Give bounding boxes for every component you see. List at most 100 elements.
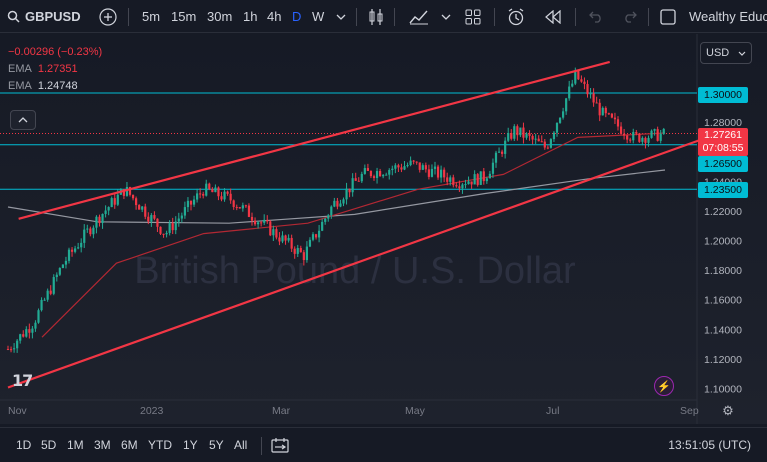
interval-5m[interactable]: 5m [142, 0, 160, 33]
candle-body [461, 184, 464, 189]
price-axis-label: 1.18000 [704, 265, 742, 277]
range-1d[interactable]: 1D [16, 428, 31, 462]
candle-body [125, 187, 129, 196]
range-3m[interactable]: 3M [94, 428, 111, 462]
tradingview-logo[interactable]: 17 [12, 371, 33, 390]
candle-body [403, 166, 406, 170]
last-price: 1.27261 [704, 129, 742, 141]
ema-value: 1.27351 [37, 63, 78, 75]
range-all[interactable]: All [234, 428, 247, 462]
compare-symbol-icon[interactable] [98, 0, 118, 33]
toolbar-divider [494, 8, 495, 26]
candle-body [436, 166, 440, 178]
candle-body [351, 178, 354, 193]
candle-body [238, 207, 241, 209]
candle-body [232, 200, 235, 207]
candle-body [372, 176, 376, 178]
candle-body [92, 227, 95, 235]
search-icon[interactable] [6, 0, 20, 33]
ema-label[interactable]: EMA [8, 78, 32, 95]
range-6m[interactable]: 6M [121, 428, 138, 462]
candle-body [382, 174, 385, 177]
chevron-down-icon[interactable] [335, 0, 347, 33]
collapse-legend-button[interactable] [10, 110, 36, 130]
candle-body [558, 117, 562, 123]
interval-d[interactable]: D [292, 0, 301, 33]
calendar-range-icon[interactable] [271, 428, 289, 462]
candle-body [61, 264, 64, 268]
symbol-name[interactable]: GBPUSD [25, 0, 81, 33]
top-toolbar: GBPUSD 5m 15m 30m 1h 4h D W Wealthy Educ [0, 0, 767, 33]
candle-body [311, 234, 315, 240]
interval-30m[interactable]: 30m [207, 0, 232, 33]
replay-icon[interactable] [543, 0, 563, 33]
interval-4h[interactable]: 4h [267, 0, 281, 33]
candle-body [388, 170, 391, 175]
candle-body [199, 193, 202, 195]
time-axis-label: Mar [272, 405, 291, 417]
candle-body [467, 181, 470, 185]
candle-body [409, 160, 412, 166]
candle-body [77, 247, 80, 249]
interval-15m[interactable]: 15m [171, 0, 196, 33]
currency-select[interactable]: USD [700, 42, 752, 64]
gear-icon[interactable]: ⚙ [720, 403, 736, 419]
candle-body [626, 135, 629, 140]
candle-body [43, 299, 46, 301]
range-1m[interactable]: 1M [67, 428, 84, 462]
layout-name[interactable]: Wealthy Educ [689, 0, 767, 33]
candle-body [470, 181, 473, 185]
candle-body [504, 140, 507, 154]
candle-body [138, 205, 141, 210]
candle-body [491, 162, 495, 174]
range-5y[interactable]: 5Y [209, 428, 224, 462]
range-1y[interactable]: 1Y [183, 428, 198, 462]
indicators-icon[interactable] [408, 0, 430, 33]
interval-w[interactable]: W [312, 0, 324, 33]
candles-chart-type-icon[interactable] [367, 0, 385, 33]
candle-body [580, 79, 583, 82]
utc-clock[interactable]: 13:51:05 (UTC) [668, 428, 751, 462]
candle-body [613, 117, 617, 120]
price-chart[interactable]: British Pound / U.S. Dollar 1.280001.260… [0, 34, 767, 424]
candle-body [629, 139, 632, 141]
toolbar-divider [648, 8, 649, 26]
candle-body [324, 218, 327, 222]
chevron-down-icon[interactable] [440, 0, 452, 33]
ema-label[interactable]: EMA [8, 61, 32, 78]
candle-body [16, 340, 19, 349]
candle-body [476, 174, 479, 185]
candle-body [98, 216, 101, 224]
candle-body [482, 171, 485, 182]
level-price-label: 1.30000 [698, 87, 748, 103]
candle-body [632, 132, 635, 141]
candle-body [34, 322, 37, 329]
candle-body [623, 133, 626, 136]
candle-body [449, 177, 452, 182]
range-5d[interactable]: 5D [41, 428, 56, 462]
candle-body [327, 215, 330, 219]
candle-body [479, 171, 482, 185]
currency-value: USD [706, 47, 730, 59]
candle-body [229, 193, 232, 201]
bottom-toolbar: 1D 5D 1M 3M 6M YTD 1Y 5Y All 13:51:05 (U… [0, 427, 767, 462]
candle-body [302, 252, 305, 261]
candle-body [189, 200, 193, 205]
candle-body [589, 93, 592, 95]
lightning-icon[interactable]: ⚡ [654, 376, 674, 396]
candle-body [415, 161, 418, 163]
price-axis-label: 1.20000 [704, 236, 742, 248]
interval-1h[interactable]: 1h [243, 0, 257, 33]
alert-clock-icon[interactable] [506, 0, 528, 33]
candle-body [107, 207, 110, 211]
candle-body [616, 119, 620, 127]
undo-icon[interactable] [588, 0, 604, 33]
time-axis-label: Jul [546, 405, 560, 417]
ema-value: 1.24748 [37, 80, 78, 92]
redo-icon[interactable] [622, 0, 638, 33]
range-ytd[interactable]: YTD [148, 428, 172, 462]
layouts-grid-icon[interactable] [464, 0, 482, 33]
candle-body [586, 84, 589, 95]
candle-body [452, 177, 455, 186]
fullscreen-checkbox-icon[interactable] [659, 0, 677, 33]
